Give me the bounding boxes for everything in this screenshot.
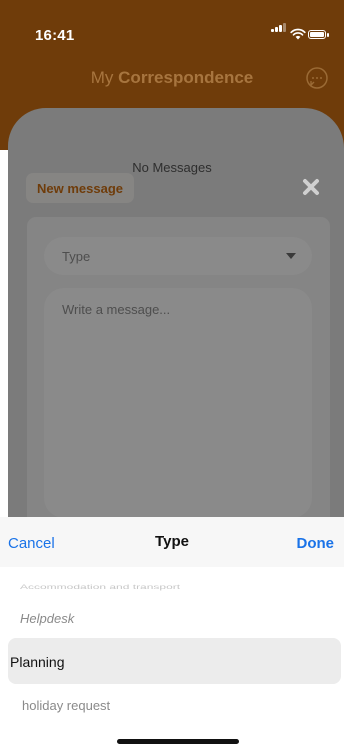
new-message-label: New message — [37, 181, 123, 196]
battery-icon — [308, 30, 329, 39]
message-textarea[interactable]: Write a message... — [44, 288, 312, 518]
new-message-tab: New message — [26, 173, 134, 203]
chevron-down-icon — [286, 253, 296, 259]
cancel-button[interactable]: Cancel — [8, 535, 55, 552]
picker-option[interactable]: Accommodation and transport — [20, 583, 180, 591]
type-picker-wheel[interactable]: Accommodation and transport Helpdesk Pla… — [0, 575, 344, 735]
status-bar: 16:41 — [0, 0, 344, 50]
home-indicator[interactable] — [117, 739, 239, 744]
screen: 16:41 My Correspondence No Messages New … — [0, 0, 344, 745]
message-placeholder: Write a message... — [62, 302, 171, 317]
type-select[interactable]: Type — [44, 237, 312, 275]
new-chat-icon[interactable] — [305, 66, 329, 90]
wifi-icon — [290, 28, 306, 40]
page-title: My Correspondence — [90, 68, 254, 87]
type-picker-sheet: Cancel Type Done Accommodation and trans… — [0, 517, 344, 745]
picker-option[interactable]: holiday request — [22, 698, 110, 713]
close-icon[interactable] — [302, 178, 320, 196]
picker-option-selected[interactable]: Planning — [10, 654, 65, 670]
picker-option[interactable]: Helpdesk — [20, 611, 74, 626]
type-select-label: Type — [62, 249, 91, 264]
status-time: 16:41 — [35, 27, 75, 44]
picker-toolbar: Cancel Type Done — [0, 517, 344, 567]
done-button[interactable]: Done — [297, 535, 335, 552]
status-icons — [260, 23, 330, 42]
